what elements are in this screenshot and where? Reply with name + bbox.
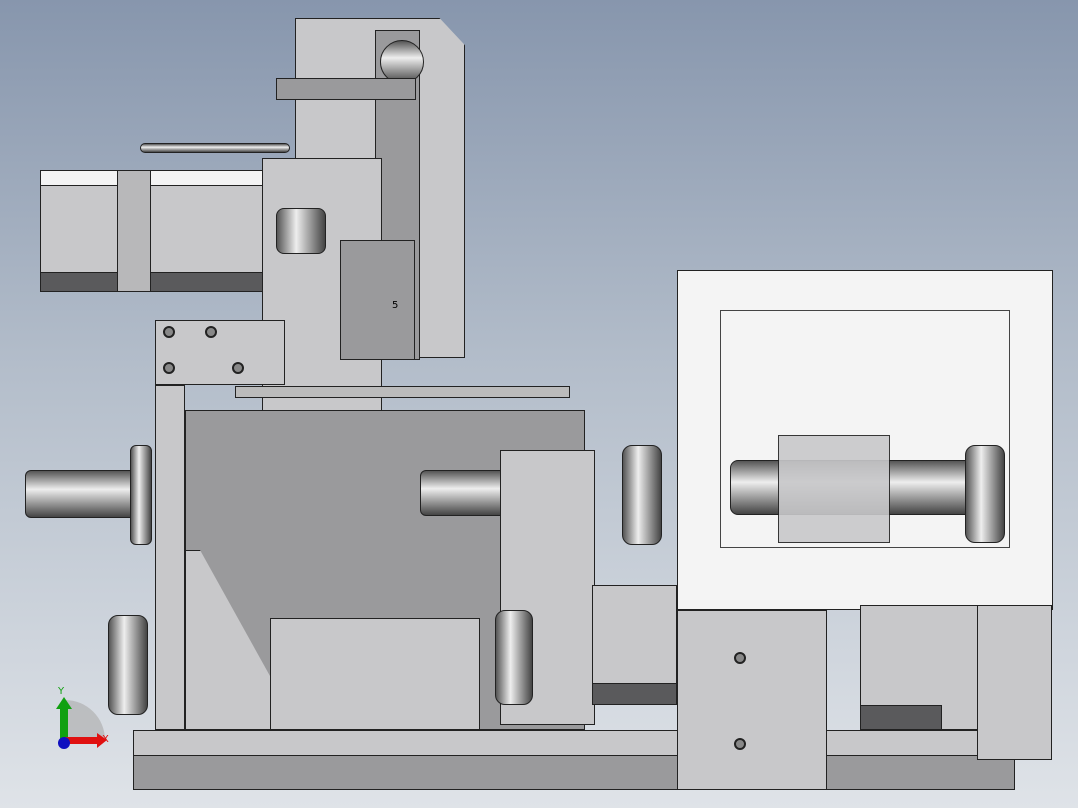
part-label: 5 [392,300,399,311]
bearing-right [965,445,1005,543]
bolt-icon [232,362,244,374]
bolt-icon [734,652,746,664]
axis-triad [56,697,107,749]
wheel-right [622,445,662,545]
side-frame [155,385,185,730]
wheel-middle [495,610,533,705]
right-pedestal [677,610,827,790]
motor-band-top [40,170,265,186]
x-axis-label: X [102,734,109,745]
motor-band [40,272,265,292]
bolt-icon [163,362,175,374]
slider-block [340,240,415,360]
bolt-icon [734,738,746,750]
base-rail [133,755,1015,790]
y-axis-arrow [60,707,68,741]
rail-horizontal [235,386,570,398]
bolt-icon [163,326,175,338]
shaft-left [25,470,140,518]
motor-right-end [977,605,1052,760]
spindle-housing [778,435,890,543]
y-axis-label: Y [58,686,65,697]
z-axis-icon [58,737,70,749]
cad-viewport[interactable]: 5 Y X [0,0,1078,808]
bolt-icon [205,326,217,338]
wheel-left [130,445,152,545]
motor-divider [117,170,151,292]
roller-upper [276,208,326,254]
rod [140,143,290,153]
motor-band [860,705,942,730]
motor-band [592,683,677,705]
triad-arc [65,700,105,740]
spindle-middle [420,470,510,516]
bracket-upper [276,78,416,100]
x-axis-arrow [65,737,99,744]
motor-block-lower [270,618,480,730]
